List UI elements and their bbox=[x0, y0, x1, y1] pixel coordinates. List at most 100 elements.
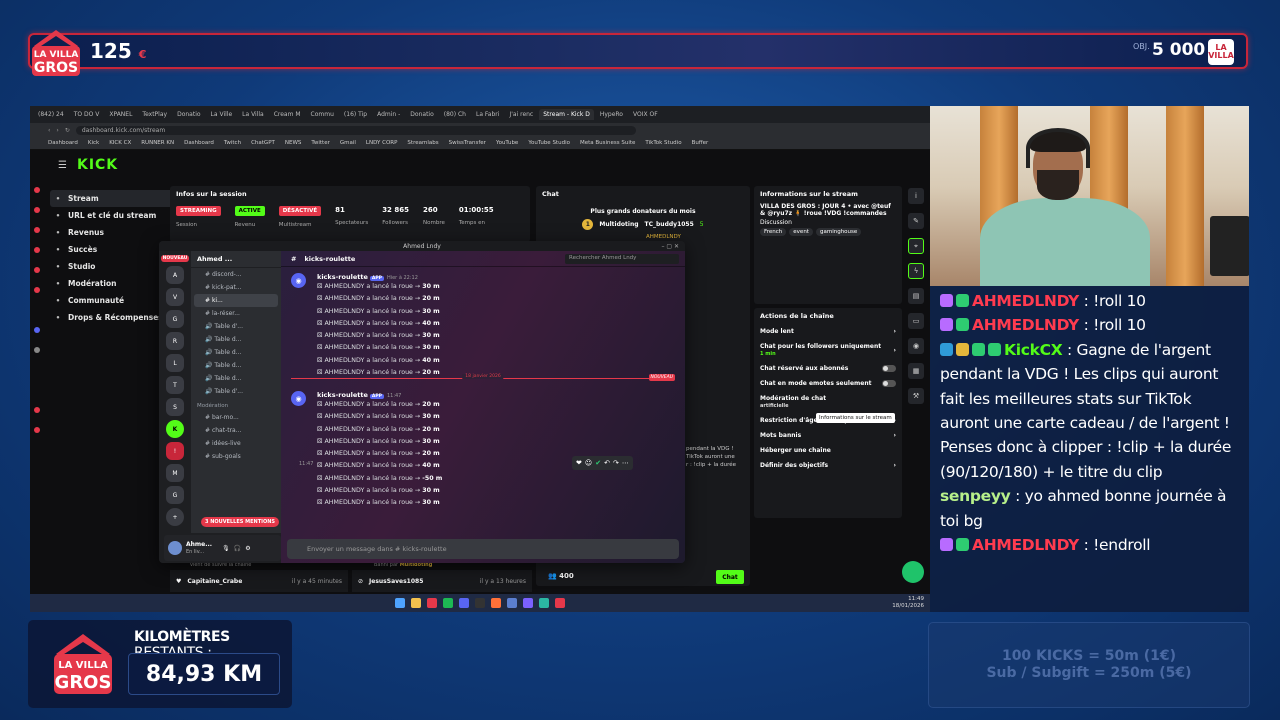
sidebar-item[interactable]: • URL et clé du stream bbox=[50, 207, 180, 224]
layout-icon[interactable]: ▦ bbox=[908, 363, 924, 379]
chat-icon[interactable]: ▭ bbox=[908, 313, 924, 329]
chat-send-button[interactable]: Chat bbox=[716, 570, 744, 584]
browser-tab[interactable]: (842) 24 bbox=[34, 109, 68, 120]
browser-tab[interactable]: Stream - Kick D bbox=[539, 109, 594, 120]
channel-item[interactable]: 🔊 Table d... bbox=[191, 346, 281, 359]
browser-tab[interactable]: VOIX OF bbox=[629, 109, 662, 120]
browser-tab[interactable]: HypeRo bbox=[596, 109, 627, 120]
browser-tab[interactable]: XPANEL bbox=[105, 109, 136, 120]
bookmark-link[interactable]: Buffer bbox=[692, 140, 709, 146]
server-icon[interactable]: R bbox=[166, 332, 184, 350]
reaction-bar[interactable]: ❤ ☺ ✔ ↶ ↷ ⋯ bbox=[572, 456, 633, 470]
forward-icon[interactable]: › bbox=[56, 127, 58, 134]
settings-icon[interactable]: ⚙ bbox=[245, 545, 250, 552]
channel-action[interactable]: Mode lent › bbox=[754, 324, 902, 339]
spotify-icon[interactable] bbox=[443, 598, 453, 608]
bookmark-link[interactable]: YouTube bbox=[496, 140, 518, 146]
channel-item[interactable]: # ki... bbox=[194, 294, 278, 307]
channel-action[interactable]: Chat réservé aux abonnés bbox=[754, 361, 902, 376]
toggle-switch[interactable] bbox=[882, 380, 896, 387]
bookmark-link[interactable]: Gmail bbox=[340, 140, 356, 146]
reply-icon[interactable]: ↶ bbox=[604, 459, 610, 467]
channel-action[interactable]: Définir des objectifs › bbox=[754, 458, 902, 473]
channel-action[interactable]: Modération de chat artificielle bbox=[754, 391, 902, 413]
mentions-badge[interactable]: 3 NOUVELLES MENTIONS bbox=[201, 517, 280, 527]
server-name[interactable]: Ahmed ... bbox=[191, 251, 281, 268]
browser-tab[interactable]: La Villa bbox=[238, 109, 268, 120]
message-input[interactable]: Envoyer un message dans # kicks-roulette bbox=[287, 539, 679, 559]
more-icon[interactable]: ⋯ bbox=[622, 459, 629, 467]
channel-action[interactable]: Héberger une chaîne bbox=[754, 443, 902, 458]
server-icon[interactable]: G bbox=[166, 310, 184, 328]
bookmark-link[interactable]: LNDY CORP bbox=[366, 140, 398, 146]
bookmark-link[interactable]: RUNNER KN bbox=[141, 140, 174, 146]
channel-item[interactable]: 🔊 Table d... bbox=[191, 372, 281, 385]
search-input[interactable]: Rechercher Ahmed Lndy bbox=[565, 254, 679, 264]
server-icon[interactable]: V bbox=[166, 288, 184, 306]
browser-tab[interactable]: Donatio bbox=[406, 109, 437, 120]
channel-item[interactable]: 🔊 Table d'... bbox=[191, 320, 281, 333]
smile-reaction-icon[interactable]: ☺ bbox=[585, 459, 592, 467]
check-reaction-icon[interactable]: ✔ bbox=[595, 459, 601, 467]
heart-reaction-icon[interactable]: ❤ bbox=[576, 459, 582, 467]
discord-icon[interactable] bbox=[459, 598, 469, 608]
moderation-category[interactable]: Modération bbox=[191, 398, 281, 411]
obs-icon[interactable] bbox=[475, 598, 485, 608]
server-icon[interactable]: T bbox=[166, 376, 184, 394]
server-icon[interactable]: G bbox=[166, 486, 184, 504]
mic-icon[interactable]: 🎙 bbox=[222, 545, 230, 552]
bookmark-link[interactable]: YouTube Studio bbox=[528, 140, 570, 146]
bookmark-link[interactable]: Dashboard bbox=[48, 140, 78, 146]
sidebar-item[interactable]: • Stream bbox=[50, 190, 180, 207]
browser-tab[interactable]: La Fabri bbox=[472, 109, 503, 120]
address-input[interactable]: dashboard.kick.com/stream bbox=[75, 125, 636, 135]
back-icon[interactable]: ‹ bbox=[48, 127, 50, 134]
channel-action[interactable]: Chat pour les followers uniquement 1 min › bbox=[754, 339, 902, 361]
bookmark-link[interactable]: ChatGPT bbox=[251, 140, 275, 146]
bookmark-link[interactable]: SwissTransfer bbox=[449, 140, 486, 146]
channel-action[interactable]: Mots bannis › bbox=[754, 428, 902, 443]
server-icon[interactable]: M bbox=[166, 464, 184, 482]
channel-item[interactable]: # la-réser... bbox=[191, 307, 281, 320]
channel-action[interactable]: Chat en mode emotes seulement bbox=[754, 376, 902, 391]
bookmark-link[interactable]: Meta Business Suite bbox=[580, 140, 635, 146]
channel-item[interactable]: 🔊 Table d'... bbox=[191, 385, 281, 398]
bookmark-link[interactable]: Kick bbox=[88, 140, 99, 146]
chrome-icon[interactable] bbox=[427, 598, 437, 608]
browser-tab[interactable]: (16) Tip bbox=[340, 109, 371, 120]
toggle-switch[interactable] bbox=[882, 365, 896, 372]
browser-tab[interactable]: (80) Ch bbox=[440, 109, 470, 120]
avatar[interactable] bbox=[168, 541, 182, 555]
info-icon[interactable]: i bbox=[908, 188, 924, 204]
edit-icon[interactable]: ✎ bbox=[908, 213, 924, 229]
browser-tab[interactable]: Cream M bbox=[270, 109, 305, 120]
bookmark-link[interactable]: Twitch bbox=[224, 140, 241, 146]
bookmark-link[interactable]: TikTok Studio bbox=[645, 140, 681, 146]
server-icon[interactable]: S bbox=[166, 398, 184, 416]
bookmark-link[interactable]: NEWS bbox=[285, 140, 302, 146]
start-icon[interactable] bbox=[395, 598, 405, 608]
browser-tab[interactable]: Commu bbox=[307, 109, 338, 120]
app2-icon[interactable] bbox=[523, 598, 533, 608]
scan-icon[interactable]: ⌖ bbox=[908, 238, 924, 254]
channel-item[interactable]: # sub-goals bbox=[191, 450, 281, 463]
bookmark-link[interactable]: Dashboard bbox=[184, 140, 214, 146]
sidebar-item[interactable]: • Revenus bbox=[50, 224, 180, 241]
app4-icon[interactable] bbox=[555, 598, 565, 608]
channel-item[interactable]: 🔊 Table d... bbox=[191, 359, 281, 372]
menu-icon[interactable]: ☰ bbox=[58, 160, 67, 171]
bookmark-link[interactable]: Streamlabs bbox=[407, 140, 438, 146]
support-icon[interactable] bbox=[902, 561, 924, 583]
file-icon[interactable]: ▤ bbox=[908, 288, 924, 304]
browser-tab[interactable]: La Ville bbox=[207, 109, 237, 120]
browser-tab[interactable]: Donatio bbox=[173, 109, 204, 120]
browser-tab[interactable]: TextPlay bbox=[138, 109, 171, 120]
channel-item[interactable]: 🔊 Table d... bbox=[191, 333, 281, 346]
firefox-icon[interactable] bbox=[491, 598, 501, 608]
bookmark-link[interactable]: Twitter bbox=[311, 140, 329, 146]
channel-item[interactable]: # chat-tra... bbox=[191, 424, 281, 437]
channel-item[interactable]: # idées-live bbox=[191, 437, 281, 450]
server-icon[interactable]: ! bbox=[166, 442, 184, 460]
server-icon[interactable]: L bbox=[166, 354, 184, 372]
window-controls[interactable]: – ▢ ✕ bbox=[661, 243, 679, 250]
